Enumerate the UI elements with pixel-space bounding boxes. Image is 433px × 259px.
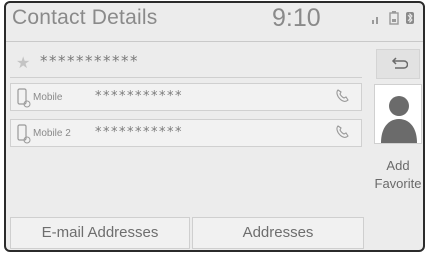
battery-icon xyxy=(389,11,399,25)
contact-details-screen: Contact Details 9:10 ★ *********** Mobil… xyxy=(4,1,425,252)
call-icon[interactable] xyxy=(335,89,349,103)
phone-number-row[interactable]: Mobile *********** xyxy=(10,83,362,111)
addresses-button[interactable]: Addresses xyxy=(192,217,364,249)
add-favorite-label-line2: Favorite xyxy=(374,176,422,191)
contact-name-row: ★ *********** xyxy=(10,49,362,78)
header-divider xyxy=(6,41,423,42)
person-silhouette-icon xyxy=(381,96,417,143)
signal-bars-icon xyxy=(372,17,378,24)
clock: 9:10 xyxy=(272,4,321,32)
back-button[interactable] xyxy=(376,49,420,79)
mobile-phone-icon xyxy=(17,124,31,144)
phone-number: *********** xyxy=(95,125,183,140)
mobile-phone-icon xyxy=(17,88,31,108)
email-addresses-button[interactable]: E-mail Addresses xyxy=(10,217,190,249)
status-bar xyxy=(371,11,421,27)
back-arrow-icon xyxy=(391,57,408,69)
bluetooth-icon xyxy=(406,12,414,24)
star-icon[interactable]: ★ xyxy=(16,53,30,73)
call-icon[interactable] xyxy=(335,125,349,139)
phone-number: *********** xyxy=(95,89,183,104)
add-favorite-button[interactable]: Add Favorite xyxy=(374,151,422,207)
page-title: Contact Details xyxy=(12,6,158,29)
add-favorite-label-line1: Add xyxy=(386,158,410,173)
number-type-label: Mobile 2 xyxy=(33,128,71,139)
contact-photo xyxy=(374,84,422,144)
contact-name: *********** xyxy=(40,52,139,70)
number-type-label: Mobile xyxy=(33,92,63,103)
phone-number-row[interactable]: Mobile 2 *********** xyxy=(10,119,362,147)
